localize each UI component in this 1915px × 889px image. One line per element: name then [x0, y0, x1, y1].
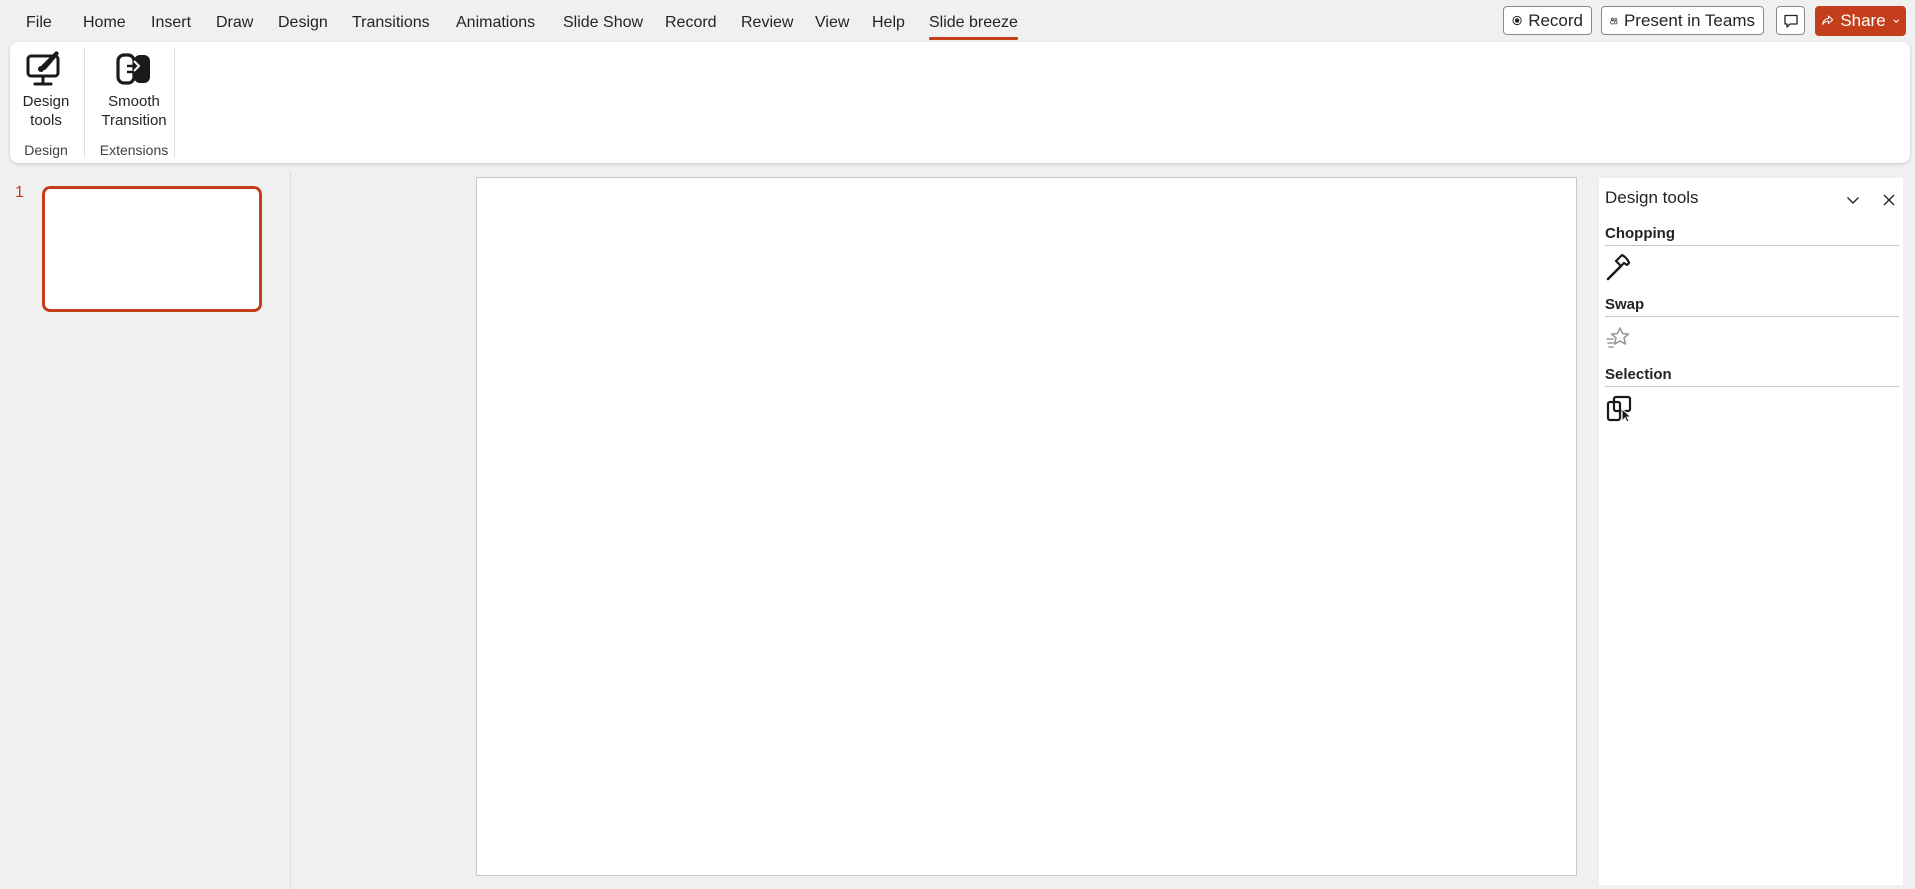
smooth-transition-button[interactable]: Smooth Transition — [94, 50, 174, 130]
section-divider — [1605, 245, 1899, 246]
tab-home[interactable]: Home — [83, 13, 126, 33]
design-tools-pane: Design tools Chopping Swap Selection — [1599, 178, 1903, 885]
tab-insert[interactable]: Insert — [151, 13, 191, 33]
swap-tool-button[interactable] — [1605, 323, 1635, 353]
slide-canvas[interactable] — [476, 177, 1577, 876]
record-button[interactable]: Record — [1503, 6, 1592, 35]
record-button-label: Record — [1528, 10, 1583, 30]
record-icon — [1512, 15, 1522, 26]
ribbon: Design tools Smooth Transition Design Ex… — [10, 42, 1910, 163]
smooth-transition-label: Smooth Transition — [101, 93, 167, 129]
group-separator — [84, 48, 85, 158]
comment-icon — [1783, 14, 1798, 28]
tab-record[interactable]: Record — [665, 13, 717, 33]
group-label-design: Design — [24, 142, 68, 158]
tab-draw[interactable]: Draw — [216, 13, 253, 33]
design-tools-button[interactable]: Design tools — [20, 50, 72, 130]
chopping-tool-button[interactable] — [1605, 252, 1635, 282]
hammer-icon — [1606, 253, 1631, 281]
tab-slide-breeze[interactable]: Slide breeze — [929, 13, 1018, 40]
section-divider — [1605, 316, 1899, 317]
tab-help[interactable]: Help — [872, 13, 905, 33]
design-tools-label: Design tools — [22, 93, 70, 129]
design-tools-icon — [26, 51, 60, 86]
comments-button[interactable] — [1776, 6, 1805, 35]
section-title-selection: Selection — [1605, 366, 1672, 383]
slide-thumbnail-pane: 1 — [0, 172, 291, 889]
section-title-chopping: Chopping — [1605, 225, 1675, 242]
tab-animations[interactable]: Animations — [456, 13, 535, 33]
selection-tool-button[interactable] — [1605, 394, 1635, 424]
share-button[interactable]: Share — [1815, 6, 1906, 36]
smooth-transition-icon — [116, 53, 150, 85]
pane-close-button[interactable] — [1879, 190, 1899, 210]
tab-file[interactable]: File — [26, 13, 52, 33]
section-title-swap: Swap — [1605, 296, 1645, 313]
swap-icon — [1606, 327, 1630, 348]
teams-icon — [1610, 17, 1618, 24]
pane-title: Design tools — [1605, 188, 1699, 207]
section-divider — [1605, 386, 1899, 387]
menu-bar: File Home Insert Draw Design Transitions… — [0, 0, 1915, 44]
close-icon — [1883, 194, 1895, 206]
tab-transitions[interactable]: Transitions — [352, 13, 430, 33]
tab-design[interactable]: Design — [278, 13, 328, 33]
tab-slide-show[interactable]: Slide Show — [563, 13, 643, 33]
chevron-down-icon — [1847, 197, 1859, 204]
share-icon — [1822, 15, 1834, 25]
tab-review[interactable]: Review — [741, 13, 793, 33]
group-label-extensions: Extensions — [99, 142, 169, 158]
present-in-teams-button[interactable]: Present in Teams — [1601, 6, 1764, 35]
slide-thumbnail[interactable] — [42, 186, 262, 312]
share-label: Share — [1840, 11, 1886, 30]
selection-icon — [1606, 395, 1633, 423]
tab-view[interactable]: View — [815, 13, 849, 33]
slide-number: 1 — [15, 184, 24, 201]
chevron-down-icon[interactable] — [1892, 16, 1900, 26]
pane-options-button[interactable] — [1843, 190, 1863, 210]
present-in-teams-label: Present in Teams — [1623, 10, 1755, 30]
